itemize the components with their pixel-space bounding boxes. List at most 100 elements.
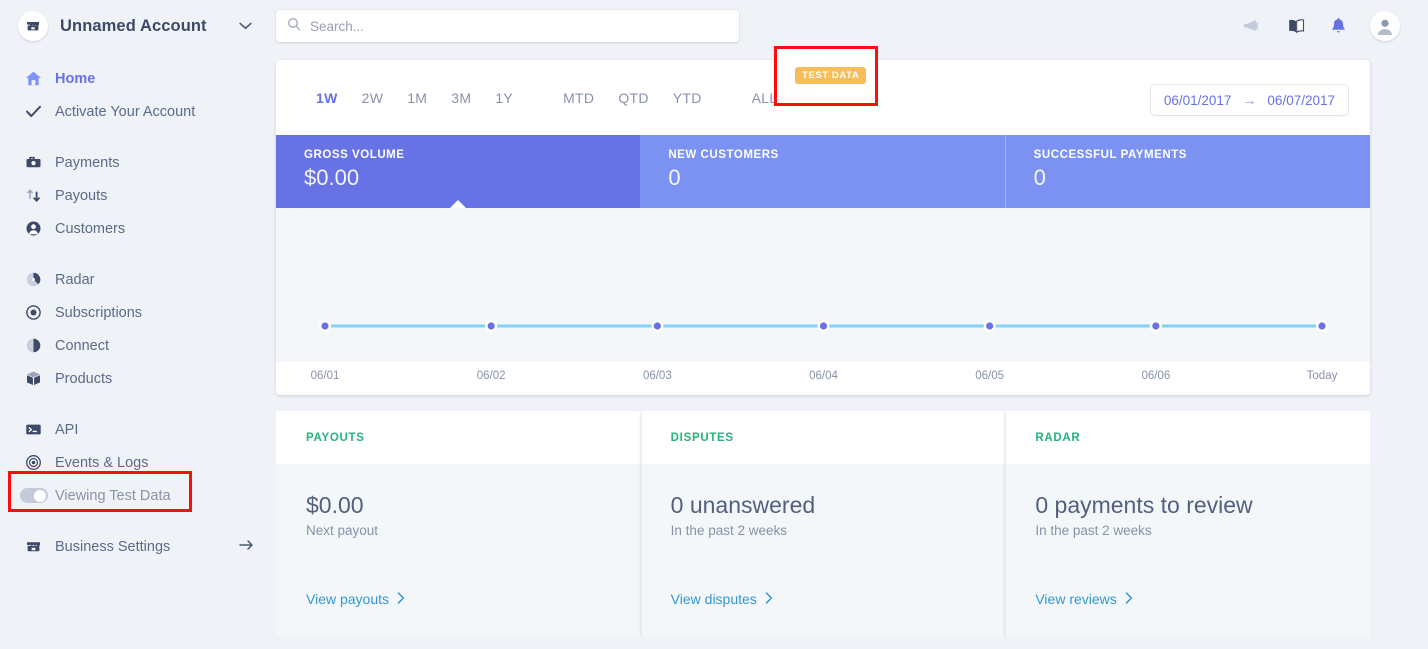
status-badge: TEST DATA (795, 67, 867, 84)
sidebar-divider (0, 128, 276, 146)
bell-icon[interactable] (1329, 17, 1348, 36)
overview-chart-card: 1W 2W 1M 3M 1Y MTD QTD YTD ALL 06/01/201… (276, 60, 1370, 395)
sidebar-item-payouts[interactable]: Payouts (0, 179, 276, 212)
sidebar-item-label: Business Settings (55, 538, 171, 555)
viewing-test-data-label: Viewing Test Data (55, 487, 171, 504)
sidebar-item-payments[interactable]: Payments (0, 146, 276, 179)
tab-gross-volume[interactable]: GROSS VOLUME $0.00 (276, 135, 641, 208)
view-disputes-link[interactable]: View disputes (671, 591, 976, 607)
top-bar: Unnamed Account Search... (0, 0, 1428, 52)
x-axis-tick: 06/04 (809, 370, 838, 382)
x-axis-tick: 06/01 (310, 370, 340, 382)
account-switcher[interactable]: Unnamed Account (0, 11, 276, 41)
range-1w[interactable]: 1W (304, 90, 350, 106)
sidebar-item-label: Connect (55, 337, 110, 354)
sidebar-item-label: Events & Logs (55, 454, 149, 471)
metric-value: 0 (668, 165, 681, 190)
x-axis-tick: 06/03 (642, 370, 672, 382)
date-range-picker[interactable]: 06/01/2017 → 06/07/2017 (1150, 85, 1348, 115)
events-logs-icon (24, 453, 43, 472)
metric-label: SUCCESSFUL PAYMENTS (1033, 149, 1188, 161)
sidebar-item-events-logs[interactable]: Events & Logs (0, 446, 276, 479)
sidebar-item-radar[interactable]: Radar (0, 263, 276, 296)
sidebar-item-customers[interactable]: Customers (0, 212, 276, 245)
sidebar-item-connect[interactable]: Connect (0, 329, 276, 362)
payouts-card: PAYOUTS $0.00 Next payout View payouts (276, 411, 641, 637)
range-qtd[interactable]: QTD (606, 90, 660, 106)
card-subtitle: In the past 2 weeks (670, 523, 787, 538)
store-icon (24, 537, 43, 556)
api-icon (24, 420, 43, 439)
range-mtd[interactable]: MTD (551, 90, 606, 106)
link-label: View payouts (306, 591, 390, 607)
test-data-badge-wrap: TEST DATA (795, 65, 867, 84)
store-icon (18, 11, 48, 41)
payouts-icon (24, 186, 43, 205)
card-body: 0 payments to review In the past 2 weeks… (1005, 464, 1370, 637)
range-2w[interactable]: 2W (350, 90, 396, 106)
date-range-start: 06/01/2017 (1163, 92, 1232, 108)
radar-card: RADAR 0 payments to review In the past 2… (1005, 411, 1370, 637)
sidebar-item-api[interactable]: API (0, 413, 276, 446)
sidebar-item-label: Activate Your Account (55, 103, 196, 120)
book-icon[interactable] (1286, 17, 1307, 35)
chevron-right-icon (1125, 591, 1133, 607)
range-1y[interactable]: 1Y (483, 90, 525, 106)
sidebar: Home Activate Your Account Payments Payo… (0, 52, 276, 649)
sidebar-item-label: Products (55, 370, 113, 387)
sidebar-item-label: Customers (55, 220, 126, 237)
sidebar-item-business-settings[interactable]: Business Settings (0, 530, 276, 563)
subscriptions-icon (24, 303, 43, 322)
sidebar-divider (0, 512, 276, 530)
sidebar-item-home[interactable]: Home (0, 62, 276, 95)
sidebar-item-label: Home (55, 70, 96, 87)
radar-icon (24, 270, 43, 289)
card-primary-value: 0 unanswered (670, 492, 816, 518)
main-content: 1W 2W 1M 3M 1Y MTD QTD YTD ALL 06/01/201… (276, 52, 1428, 649)
card-body: 0 unanswered In the past 2 weeks View di… (640, 464, 1006, 637)
sidebar-item-subscriptions[interactable]: Subscriptions (0, 296, 276, 329)
sidebar-divider (0, 395, 276, 413)
chevron-down-icon[interactable] (239, 22, 252, 30)
tab-successful-payments[interactable]: SUCCESSFUL PAYMENTS 0 (1005, 135, 1370, 208)
avatar[interactable] (1370, 11, 1400, 41)
card-primary-value: $0.00 (306, 492, 364, 518)
sidebar-item-label: Payouts (55, 187, 108, 204)
gross-volume-line-chart (319, 320, 1328, 332)
sidebar-item-products[interactable]: Products (0, 362, 276, 395)
metric-value: 0 (1033, 165, 1046, 190)
metric-label: NEW CUSTOMERS (668, 149, 779, 161)
search-placeholder: Search... (310, 18, 365, 34)
sidebar-divider (0, 245, 276, 263)
sidebar-item-label: Radar (55, 271, 95, 288)
range-3m[interactable]: 3M (439, 90, 483, 106)
connect-icon (24, 336, 43, 355)
account-name: Unnamed Account (60, 16, 207, 35)
chevron-right-icon (397, 591, 405, 607)
sidebar-item-label: Payments (55, 154, 120, 171)
metric-tabs: GROSS VOLUME $0.00 NEW CUSTOMERS 0 SUCCE… (276, 135, 1370, 208)
chevron-right-icon (765, 591, 773, 607)
viewing-test-data-toggle[interactable]: Viewing Test Data (0, 479, 276, 512)
arrow-right-icon (239, 539, 254, 555)
view-payouts-link[interactable]: View payouts (306, 591, 611, 607)
tab-new-customers[interactable]: NEW CUSTOMERS 0 (640, 135, 1006, 208)
sidebar-item-label: API (55, 421, 79, 438)
card-title: PAYOUTS (306, 431, 365, 444)
x-axis-tick: 06/02 (476, 370, 506, 382)
products-icon (24, 369, 43, 388)
chart-x-axis: 06/01 06/02 06/03 06/04 06/05 06/06 Today (276, 362, 1370, 395)
view-reviews-link[interactable]: View reviews (1035, 591, 1340, 607)
arrow-right-icon: → (1242, 92, 1257, 108)
date-range-end: 06/07/2017 (1267, 92, 1335, 108)
range-1m[interactable]: 1M (395, 90, 439, 106)
range-all[interactable]: ALL (740, 90, 790, 106)
card-title: DISPUTES (670, 431, 734, 444)
x-axis-tick: 06/06 (1141, 370, 1171, 382)
megaphone-icon[interactable] (1243, 17, 1264, 35)
card-subtitle: In the past 2 weeks (1035, 523, 1152, 538)
sidebar-item-activate-your-account[interactable]: Activate Your Account (0, 95, 276, 128)
search-input[interactable]: Search... (276, 10, 739, 42)
range-ytd[interactable]: YTD (661, 90, 714, 106)
customers-icon (24, 219, 43, 238)
